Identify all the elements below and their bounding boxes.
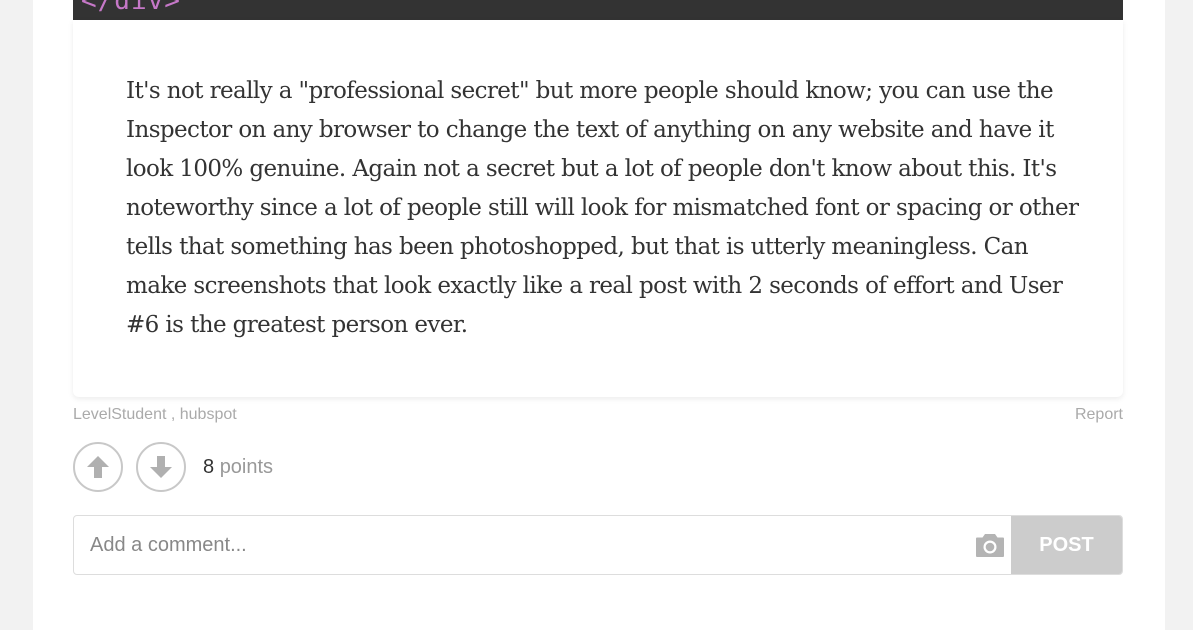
points-number: 8 [203,456,215,478]
report-link[interactable]: Report [1075,406,1123,424]
comment-form: POST [73,515,1123,575]
points-count: 8 points [203,456,273,479]
camera-icon[interactable] [975,532,1005,558]
arrow-up-icon [87,456,109,478]
post-button[interactable]: POST [1011,516,1122,574]
post-meta: LevelStudent , hubspot Report [73,406,1123,426]
comment-input[interactable] [74,516,964,574]
upvote-button[interactable] [73,442,123,492]
code-snippet: </div> [81,0,181,16]
points-unit: points [219,456,274,478]
post-text: It's not really a "professional secret" … [126,78,1079,338]
downvote-button[interactable] [136,442,186,492]
code-block: </div> [73,0,1123,20]
post-authors[interactable]: LevelStudent , hubspot [73,406,237,424]
post-card: It's not really a "professional secret" … [73,20,1123,397]
arrow-down-icon [150,456,172,478]
